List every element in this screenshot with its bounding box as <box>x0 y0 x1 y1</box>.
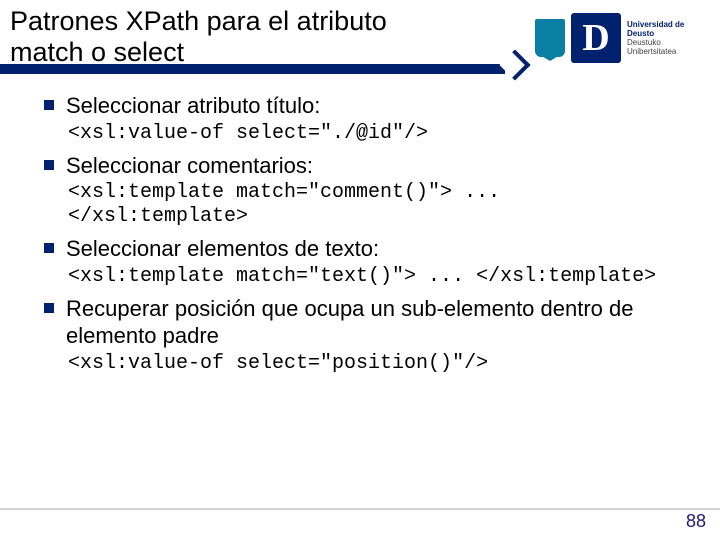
bullet-square-icon <box>44 243 54 253</box>
list-item: Recuperar posición que ocupa un sub-elem… <box>44 295 692 376</box>
title-line-1: Patrones XPath para el atributo <box>10 6 387 36</box>
university-name-es: Universidad de Deusto <box>627 20 707 38</box>
content-area: Seleccionar atributo título: <xsl:value-… <box>0 78 720 376</box>
shield-icon <box>535 19 565 57</box>
title-underline-bar <box>0 64 510 74</box>
code-snippet: <xsl:value-of select="position()"/> <box>44 352 692 376</box>
chevron-icon <box>505 58 531 80</box>
bullet-square-icon <box>44 100 54 110</box>
university-name-eu: Deustuko Unibertsitatea <box>627 38 707 56</box>
bullet-square-icon <box>44 160 54 170</box>
code-snippet: <xsl:template match="text()"> ... </xsl:… <box>44 265 692 289</box>
bullet-text: Seleccionar atributo título: <box>66 92 320 120</box>
page-number: 88 <box>686 511 706 532</box>
bullet-text: Recuperar posición que ocupa un sub-elem… <box>66 295 692 350</box>
bullet-text: Seleccionar comentarios: <box>66 152 313 180</box>
code-snippet: <xsl:value-of select="./@id"/> <box>44 122 692 146</box>
code-snippet: <xsl:template match="comment()"> ... </x… <box>44 181 692 229</box>
list-item: Seleccionar elementos de texto: <xsl:tem… <box>44 235 692 289</box>
footer-divider <box>0 508 720 510</box>
logo-letter: D <box>571 13 621 63</box>
slide: Patrones XPath para el atributo match o … <box>0 0 720 540</box>
bullet-text: Seleccionar elementos de texto: <box>66 235 379 263</box>
list-item: Seleccionar comentarios: <xsl:template m… <box>44 152 692 230</box>
title-line-2: match o select <box>10 37 184 67</box>
list-item: Seleccionar atributo título: <xsl:value-… <box>44 92 692 146</box>
university-logo: D Universidad de Deusto Deustuko Unibert… <box>535 8 710 68</box>
university-name: Universidad de Deusto Deustuko Unibertsi… <box>627 20 707 57</box>
bullet-square-icon <box>44 303 54 313</box>
header: Patrones XPath para el atributo match o … <box>0 0 720 78</box>
